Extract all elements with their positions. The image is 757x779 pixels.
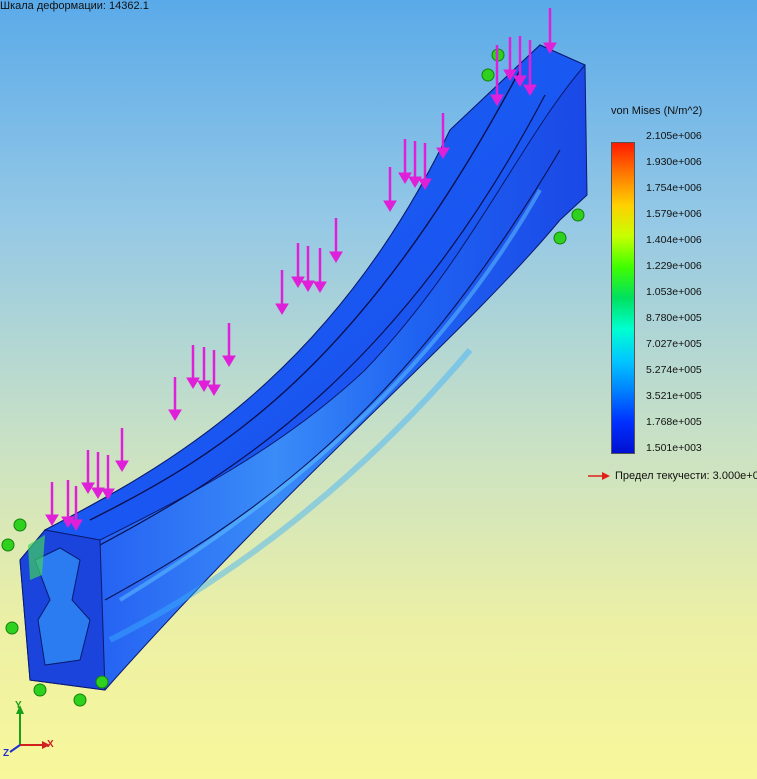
legend-tick: 1.229e+006 — [646, 260, 702, 272]
legend-tick: 1.053e+006 — [646, 286, 702, 298]
legend-tick: 2.105e+006 — [646, 130, 702, 142]
legend-tick: 1.404e+006 — [646, 234, 702, 246]
graphics-viewport[interactable]: Шкала деформации: 14362.1 von Mises (N/m… — [0, 0, 757, 779]
yield-arrow-icon — [588, 472, 610, 481]
triad-z-label: Z — [3, 748, 10, 759]
load-arrow-head — [222, 355, 236, 367]
load-arrow-head — [115, 460, 129, 472]
legend-tick: 1.768e+005 — [646, 416, 702, 428]
load-arrow-head — [313, 281, 327, 293]
legend-tick: 1.501e+003 — [646, 442, 702, 454]
stress-color-bar — [611, 142, 635, 454]
coordinate-triad — [9, 705, 50, 753]
yield-strength-label: Предел текучести: 3.000e+0 — [587, 470, 757, 482]
load-arrow-head — [329, 251, 343, 263]
load-arrow-head — [207, 384, 221, 396]
triad-x-label: X — [47, 739, 54, 750]
legend-tick: 5.274e+005 — [646, 364, 702, 376]
load-arrow-head — [186, 377, 200, 389]
load-arrow-head — [45, 514, 59, 526]
legend-tick: 1.579e+006 — [646, 208, 702, 220]
legend-tick: 1.930e+006 — [646, 156, 702, 168]
load-arrow-head — [383, 200, 397, 212]
yield-strength-text: Предел текучести: 3.000e+0 — [615, 470, 757, 482]
deformation-scale-label: Шкала деформации: 14362.1 — [0, 0, 149, 12]
load-arrow-head — [301, 280, 315, 292]
legend-title: von Mises (N/m^2) — [611, 105, 703, 117]
legend-tick: 3.521e+005 — [646, 390, 702, 402]
legend-tick: 8.780e+005 — [646, 312, 702, 324]
load-arrow-head — [275, 303, 289, 315]
triad-y-label: Y — [15, 700, 22, 711]
legend-tick: 1.754e+006 — [646, 182, 702, 194]
load-arrow-head — [168, 409, 182, 421]
legend-tick: 7.027e+005 — [646, 338, 702, 350]
